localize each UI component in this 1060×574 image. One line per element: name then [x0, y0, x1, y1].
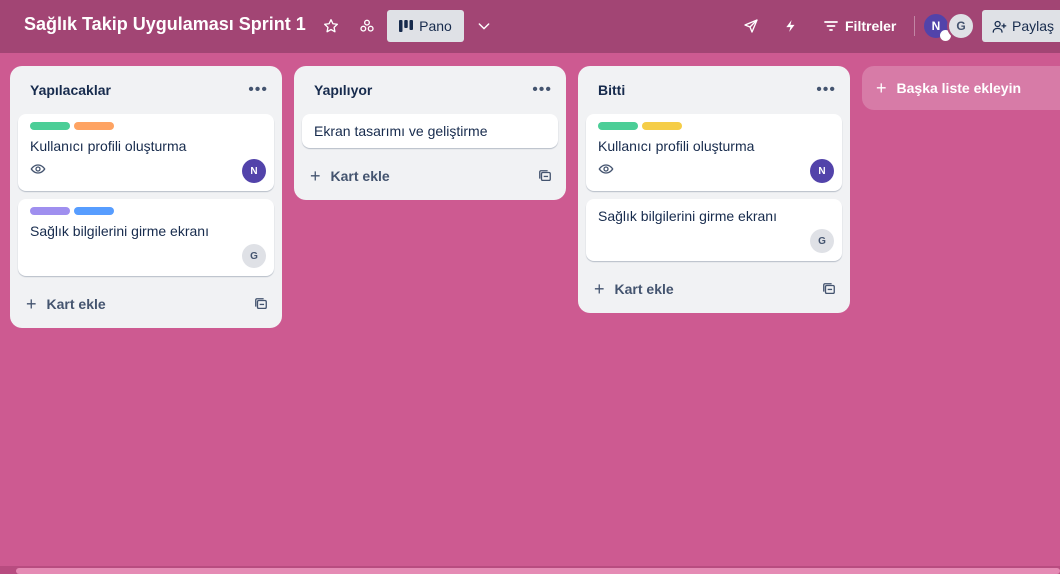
add-card-row: + Kart ekle: [294, 156, 566, 196]
scrollbar-thumb[interactable]: [16, 568, 1060, 574]
card-title: Kullanıcı profili oluşturma: [598, 138, 755, 154]
card[interactable]: Sağlık bilgilerini girme ekranı G: [586, 199, 842, 261]
card[interactable]: Kullanıcı profili oluşturma N: [18, 114, 274, 191]
card-label[interactable]: [74, 122, 114, 130]
automation-button[interactable]: [778, 13, 804, 39]
view-switcher-button[interactable]: [470, 13, 498, 39]
list-title[interactable]: Yapılıyor: [314, 82, 372, 98]
add-card-row: + Kart ekle: [578, 269, 850, 309]
card[interactable]: Ekran tasarımı ve geliştirme: [302, 114, 558, 148]
share-label: Paylaş: [1012, 18, 1055, 34]
board-view-icon: [399, 20, 414, 32]
card-badges: [30, 240, 262, 268]
share-button[interactable]: Paylaş: [982, 10, 1060, 42]
filter-icon: [824, 21, 838, 31]
list-yapilacaklar: Yapılacaklar ••• Kullanıcı profili oluşt…: [10, 66, 282, 328]
list-menu-icon[interactable]: •••: [248, 81, 268, 99]
card-badges: [598, 155, 830, 183]
list-bitti: Bitti ••• Kullanıcı profili oluşturma N …: [578, 66, 850, 313]
workspace-visibility-icon: [360, 19, 374, 32]
chevron-down-icon: [478, 23, 490, 30]
list-title[interactable]: Yapılacaklar: [30, 82, 111, 98]
add-card-button[interactable]: + Kart ekle: [594, 279, 674, 300]
board-title[interactable]: Sağlık Takip Uygulaması Sprint 1: [24, 14, 306, 35]
list-header: Bitti •••: [578, 66, 850, 114]
card-label[interactable]: [30, 207, 70, 215]
list-menu-icon[interactable]: •••: [532, 81, 552, 99]
card-badges: [30, 155, 262, 183]
star-icon: [324, 19, 338, 33]
filter-button[interactable]: Filtreler: [824, 13, 896, 39]
plus-icon: +: [594, 278, 605, 299]
card-title: Sağlık bilgilerini girme ekranı: [598, 208, 777, 224]
card-title: Sağlık bilgilerini girme ekranı: [30, 223, 209, 239]
power-ups-button[interactable]: [738, 13, 764, 39]
card-member-avatar[interactable]: N: [242, 159, 266, 183]
plus-icon: +: [26, 293, 37, 314]
add-list-button[interactable]: + Başka liste ekleyin: [862, 66, 1060, 110]
add-card-label: Kart ekle: [46, 296, 106, 312]
card-template-icon[interactable]: [822, 282, 836, 296]
list-yapiliyor: Yapılıyor ••• Ekran tasarımı ve geliştir…: [294, 66, 566, 200]
filter-label: Filtreler: [845, 18, 897, 34]
add-list-label: Başka liste ekleyin: [896, 80, 1022, 96]
plus-icon: +: [876, 77, 887, 98]
board-view-label: Pano: [419, 18, 452, 34]
list-title[interactable]: Bitti: [598, 82, 625, 98]
card-member-avatar[interactable]: G: [242, 244, 266, 268]
card-labels: [30, 122, 262, 130]
card-label[interactable]: [30, 122, 70, 130]
board-view-button[interactable]: Pano: [387, 10, 464, 42]
add-card-button[interactable]: + Kart ekle: [26, 294, 106, 315]
add-card-label: Kart ekle: [330, 168, 390, 184]
card[interactable]: Sağlık bilgilerini girme ekranı G: [18, 199, 274, 276]
card-title: Ekran tasarımı ve geliştirme: [314, 123, 488, 139]
card-labels: [30, 207, 262, 215]
add-card-button[interactable]: + Kart ekle: [310, 166, 390, 187]
header-divider: [914, 16, 915, 36]
automation-bolt-icon: [786, 20, 795, 32]
card-labels: [598, 122, 830, 130]
card-template-icon[interactable]: [538, 169, 552, 183]
card-badges: [598, 225, 830, 253]
card[interactable]: Kullanıcı profili oluşturma N: [586, 114, 842, 191]
card-label[interactable]: [74, 207, 114, 215]
visibility-button[interactable]: [354, 13, 380, 39]
card-label[interactable]: [642, 122, 682, 130]
card-member-avatar[interactable]: N: [810, 159, 834, 183]
star-button[interactable]: [318, 13, 344, 39]
card-title: Kullanıcı profili oluşturma: [30, 138, 187, 154]
horizontal-scrollbar[interactable]: [0, 566, 1060, 574]
watch-eye-icon: [30, 164, 46, 174]
card-member-avatar[interactable]: G: [810, 229, 834, 253]
member-avatar-n[interactable]: N: [922, 12, 951, 41]
list-header: Yapılacaklar •••: [10, 66, 282, 114]
list-header: Yapılıyor •••: [294, 66, 566, 114]
board-header: Sağlık Takip Uygulaması Sprint 1 Pano Fi…: [0, 0, 1060, 53]
plus-icon: +: [310, 165, 321, 186]
card-label[interactable]: [598, 122, 638, 130]
member-avatar-g[interactable]: G: [947, 12, 975, 40]
watch-eye-icon: [598, 164, 614, 174]
add-person-icon: [992, 20, 1007, 33]
card-template-icon[interactable]: [254, 297, 268, 311]
add-card-label: Kart ekle: [614, 281, 674, 297]
send-icon: [744, 19, 758, 33]
add-card-row: + Kart ekle: [10, 284, 282, 324]
list-menu-icon[interactable]: •••: [816, 81, 836, 99]
